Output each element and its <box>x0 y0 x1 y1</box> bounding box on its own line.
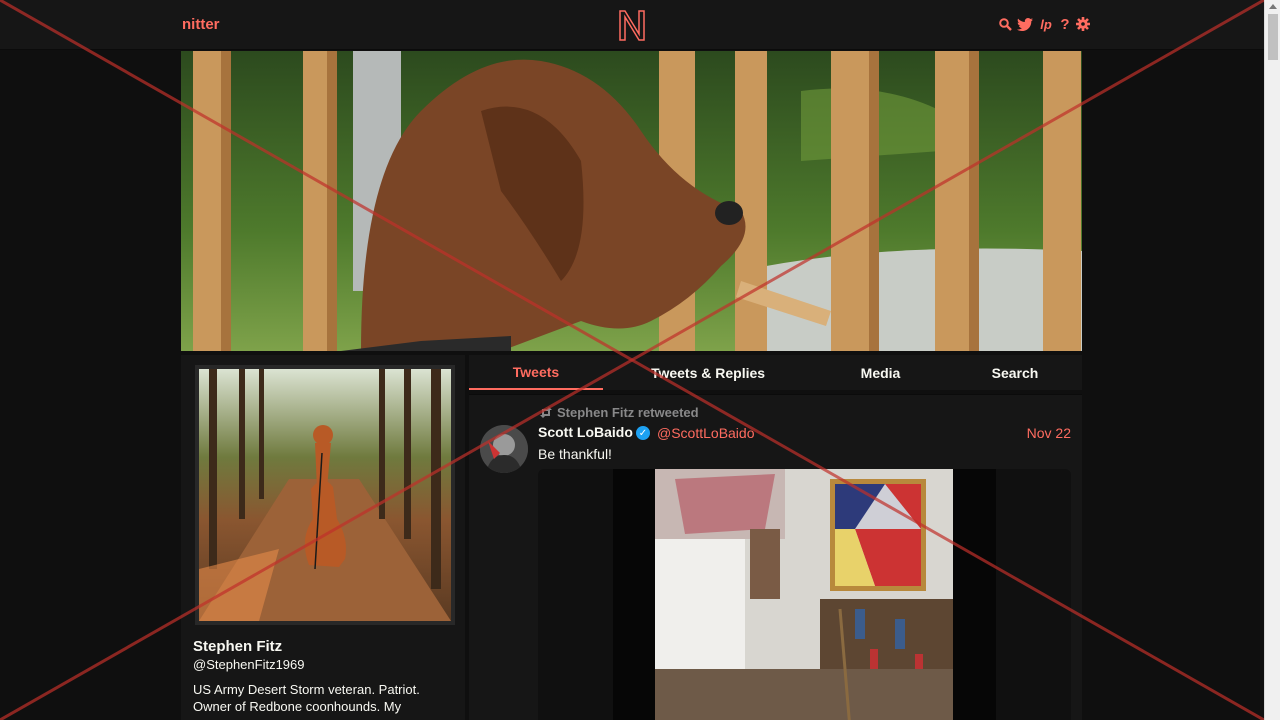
profile-avatar[interactable] <box>195 365 455 625</box>
tweet-date[interactable]: Nov 22 <box>1027 425 1071 441</box>
profile-username[interactable]: @StephenFitz1969 <box>193 657 305 672</box>
top-navbar: nitter lp ? <box>0 0 1264 50</box>
verified-badge-icon: ✓ <box>636 426 650 440</box>
profile-fullname[interactable]: Stephen Fitz <box>193 638 282 655</box>
nitter-home-link[interactable]: nitter <box>182 16 220 33</box>
retweet-icon <box>540 407 552 418</box>
tweet-media[interactable] <box>538 469 1071 720</box>
scroll-up-arrow-icon[interactable] <box>1269 4 1277 9</box>
page-scrollbar[interactable] <box>1264 0 1280 720</box>
tweet-avatar[interactable] <box>480 425 528 473</box>
tweet-author-username[interactable]: @ScottLoBaido <box>657 425 755 441</box>
timeline: Stephen Fitz retweeted Scott LoBaido ✓ @… <box>469 394 1082 720</box>
profile-banner-image[interactable] <box>181 51 1082 351</box>
twitter-bird-icon[interactable] <box>1016 16 1034 32</box>
scrollbar-thumb[interactable] <box>1268 14 1278 60</box>
profile-bio: US Army Desert Storm veteran. Patriot. O… <box>193 682 420 714</box>
tweet-author-name[interactable]: Scott LoBaido <box>538 424 633 440</box>
profile-card: Stephen Fitz @StephenFitz1969 US Army De… <box>181 355 465 720</box>
tweet-media-image[interactable] <box>655 469 953 720</box>
tab-tweets[interactable]: Tweets <box>469 355 603 390</box>
tweet-text: Be thankful! <box>538 446 612 462</box>
settings-gear-icon[interactable] <box>1076 16 1090 32</box>
nav-icon-group: lp ? <box>998 16 1090 33</box>
retweet-header: Stephen Fitz retweeted <box>539 405 699 420</box>
tab-search[interactable]: Search <box>948 355 1082 390</box>
liberapay-icon[interactable]: lp <box>1038 16 1054 32</box>
tab-media[interactable]: Media <box>813 355 948 390</box>
profile-tabs: Tweets Tweets & Replies Media Search <box>469 355 1082 390</box>
help-icon[interactable]: ? <box>1058 16 1072 33</box>
search-icon[interactable] <box>998 16 1012 32</box>
tab-tweets-and-replies[interactable]: Tweets & Replies <box>603 355 813 390</box>
retweet-header-text: Stephen Fitz retweeted <box>557 405 699 420</box>
nitter-logo-icon[interactable] <box>617 8 647 42</box>
